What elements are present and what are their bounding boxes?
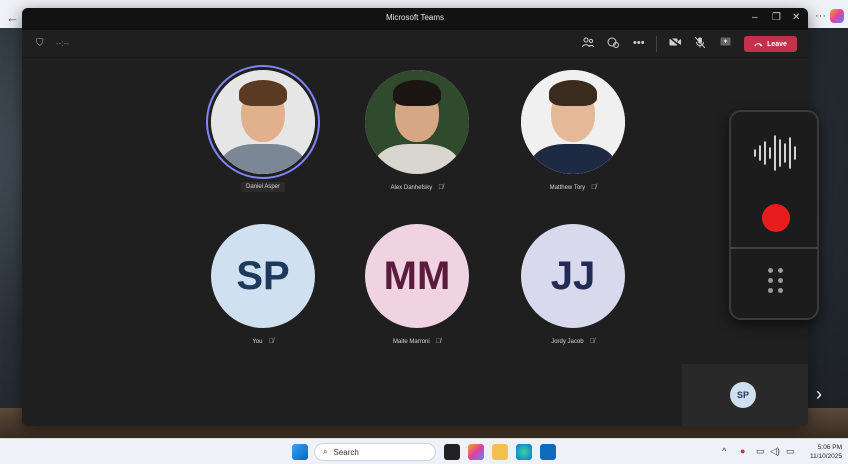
- taskbar-clock[interactable]: 5:06 PM 11/10/2025: [810, 443, 842, 461]
- more-options-icon[interactable]: •••: [633, 37, 645, 49]
- chevron-up-icon[interactable]: ^: [722, 446, 726, 456]
- participant-tile[interactable]: Daniel Asper: [203, 70, 323, 193]
- edge-icon[interactable]: [516, 444, 532, 460]
- participant-name-text: Maite Marroni: [393, 338, 430, 345]
- participant-avatar: SP: [211, 224, 315, 328]
- windows-start-icon[interactable]: [292, 444, 308, 460]
- recorder-widget[interactable]: [729, 110, 819, 320]
- meeting-toolbar: ⛉ --:-- ••• Leave: [22, 30, 808, 58]
- mic-off-icon: 🎙̸: [591, 184, 597, 191]
- participant-tile[interactable]: JJ Jordy Jacob 🎙̸: [513, 224, 633, 348]
- meeting-timer: --:--: [56, 39, 69, 48]
- title-bar: Microsoft Teams – ❐ ✕: [22, 8, 808, 30]
- maximize-button[interactable]: ❐: [772, 12, 781, 23]
- file-explorer-icon[interactable]: [492, 444, 508, 460]
- window-title: Microsoft Teams: [385, 13, 445, 22]
- participant-name-text: Jordy Jacob: [551, 338, 584, 345]
- mic-off-icon[interactable]: [694, 36, 706, 51]
- battery-icon[interactable]: ▭: [786, 446, 795, 457]
- participant-tile[interactable]: Matthew Tory 🎙̸: [513, 70, 633, 194]
- self-avatar: SP: [730, 382, 756, 408]
- network-icon[interactable]: ▭: [756, 446, 765, 457]
- search-icon: ⌕: [323, 447, 328, 456]
- participant-name: Matthew Tory 🎙̸: [545, 182, 602, 193]
- more-icon[interactable]: ···: [815, 10, 826, 22]
- share-icon[interactable]: [607, 37, 619, 51]
- drag-handle-icon[interactable]: [768, 268, 784, 294]
- mic-off-icon: 🎙̸: [438, 184, 444, 191]
- share-screen-icon[interactable]: [720, 37, 731, 49]
- widget-divider: [731, 247, 817, 249]
- minimize-button[interactable]: –: [752, 12, 758, 23]
- volume-icon[interactable]: ◁): [770, 446, 780, 457]
- chevron-right-icon[interactable]: ›: [816, 384, 822, 405]
- participant-name-text: You: [252, 338, 263, 345]
- participant-photo: [365, 70, 469, 174]
- participant-photo: [521, 70, 625, 174]
- participant-name: Alex Danhefsky 🎙̸: [386, 182, 449, 193]
- taskbar-search[interactable]: ⌕ Search: [314, 443, 436, 461]
- people-icon[interactable]: [582, 37, 594, 51]
- taskbar: ⌕ Search ^ ● ▭ ◁) ▭ 5:06 PM 11/10/2025: [0, 438, 848, 464]
- participant-name: You 🎙̸: [247, 336, 278, 347]
- toolbar-divider: [656, 36, 657, 52]
- participant-name-text: Daniel Asper: [245, 184, 281, 190]
- copilot-icon[interactable]: [830, 9, 844, 23]
- teams-window: Microsoft Teams – ❐ ✕ ⛉ --:-- ••• Leave: [22, 8, 808, 426]
- participant-avatar: JJ: [521, 224, 625, 328]
- mic-off-icon: 🎙̸: [435, 338, 441, 345]
- participant-tile[interactable]: Alex Danhefsky 🎙̸: [357, 70, 477, 194]
- participant-avatar: MM: [365, 224, 469, 328]
- participant-name-text: Alex Danhefsky: [390, 184, 433, 191]
- clock-time: 5:06 PM: [817, 444, 842, 451]
- participant-name: Maite Marroni 🎙̸: [388, 336, 446, 347]
- search-placeholder: Search: [333, 447, 359, 457]
- audio-waveform-icon: [754, 135, 796, 171]
- close-button[interactable]: ✕: [792, 12, 800, 23]
- participant-tile[interactable]: SP You 🎙̸: [203, 224, 323, 348]
- participant-name-text: Matthew Tory: [549, 184, 586, 191]
- leave-button[interactable]: Leave: [744, 36, 797, 52]
- mic-off-icon: 🎙̸: [268, 338, 274, 345]
- camera-off-icon[interactable]: [668, 36, 682, 50]
- participant-name: Jordy Jacob 🎙̸: [546, 336, 600, 347]
- copilot-app-icon[interactable]: [468, 444, 484, 460]
- participant-grid: Daniel Asper Alex Danhefsky 🎙̸ Matthew T…: [22, 58, 808, 426]
- participant-name: Daniel Asper: [240, 182, 286, 192]
- task-view-icon[interactable]: [444, 444, 460, 460]
- record-button[interactable]: [762, 204, 790, 232]
- mic-off-icon: 🎙̸: [589, 338, 595, 345]
- outlook-icon[interactable]: [540, 444, 556, 460]
- leave-label: Leave: [767, 40, 787, 48]
- back-arrow-icon[interactable]: ←: [6, 10, 19, 25]
- shield-icon: ⛉: [36, 38, 44, 49]
- self-view-tile[interactable]: SP: [682, 364, 808, 426]
- clock-date: 11/10/2025: [809, 453, 842, 460]
- phone-hangup-icon: [754, 42, 763, 46]
- teams-tray-icon[interactable]: ●: [740, 446, 745, 456]
- participant-photo: [211, 70, 315, 174]
- participant-tile[interactable]: MM Maite Marroni 🎙̸: [357, 224, 477, 348]
